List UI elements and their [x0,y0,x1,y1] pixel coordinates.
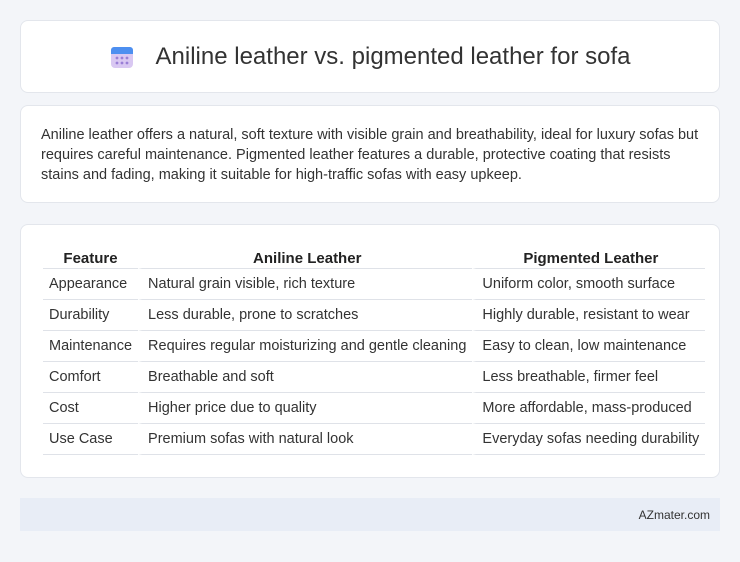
cell-aniline: Higher price due to quality [138,393,473,424]
cell-pigmented: Less breathable, firmer feel [472,362,706,393]
header-aniline-leather: Aniline Leather [138,245,473,269]
page-title: Aniline leather vs. pigmented leather fo… [155,42,631,70]
comparison-table-card: Feature Aniline Leather Pigmented Leathe… [20,224,720,478]
cell-feature: Durability [43,300,139,331]
table-row: Maintenance Requires regular moisturizin… [43,331,706,362]
table-row: Use Case Premium sofas with natural look… [43,424,706,455]
cell-feature: Comfort [43,362,139,393]
cell-aniline: Premium sofas with natural look [138,424,473,455]
cell-aniline: Natural grain visible, rich texture [138,269,473,300]
cell-pigmented: Highly durable, resistant to wear [472,300,706,331]
summary-card: Aniline leather offers a natural, soft t… [20,105,720,203]
cell-pigmented: More affordable, mass-produced [472,393,706,424]
cell-pigmented: Easy to clean, low maintenance [472,331,706,362]
header-feature: Feature [43,245,139,269]
table-header-row: Feature Aniline Leather Pigmented Leathe… [43,245,706,269]
cell-pigmented: Everyday sofas needing durability [472,424,706,455]
cell-aniline: Requires regular moisturizing and gentle… [138,331,473,362]
cell-feature: Cost [43,393,139,424]
cell-aniline: Less durable, prone to scratches [138,300,473,331]
summary-text: Aniline leather offers a natural, soft t… [41,127,699,183]
comparison-table: Feature Aniline Leather Pigmented Leathe… [43,245,706,455]
title-card: Aniline leather vs. pigmented leather fo… [20,20,720,93]
cell-feature: Maintenance [43,331,139,362]
cell-feature: Appearance [43,269,139,300]
table-row: Cost Higher price due to quality More af… [43,393,706,424]
table-row: Comfort Breathable and soft Less breatha… [43,362,706,393]
header-pigmented-leather: Pigmented Leather [472,245,706,269]
table-row: Durability Less durable, prone to scratc… [43,300,706,331]
cell-pigmented: Uniform color, smooth surface [472,269,706,300]
cell-aniline: Breathable and soft [138,362,473,393]
footer-site-link[interactable]: AZmater.com [639,508,710,522]
table-row: Appearance Natural grain visible, rich t… [43,269,706,300]
footer: AZmater.com [20,498,720,531]
calendar-icon [110,45,134,69]
cell-feature: Use Case [43,424,139,455]
